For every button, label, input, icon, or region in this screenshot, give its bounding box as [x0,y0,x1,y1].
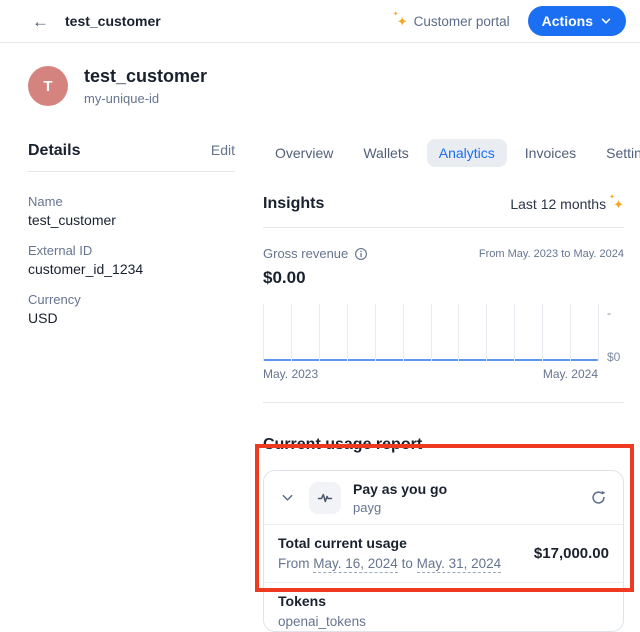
customer-unique-id: my-unique-id [84,91,207,106]
period-separator: to [398,556,417,571]
chart-x-axis: May. 2023 May. 2024 [263,367,598,381]
detail-field-currency: Currency USD [28,292,235,327]
usage-plan-header: Pay as you go payg [264,471,623,524]
chevron-down-icon [600,15,612,27]
x-tick-right: May. 2024 [543,367,598,381]
chart-gridline [375,304,376,361]
info-icon[interactable] [354,247,368,261]
insights-header: Insights Last 12 months ✦✦ [263,193,624,215]
tab-analytics[interactable]: Analytics [427,139,507,167]
field-label: Name [28,194,235,209]
x-tick-left: May. 2023 [263,367,318,381]
insights-heading: Insights [263,193,324,215]
chart-gridline [319,304,320,361]
field-label: Currency [28,292,235,307]
gross-revenue-chart: - $0 May. 2023 May. 2024 [263,304,624,381]
topbar-title: test_customer [65,13,161,29]
y-tick-max: - [607,306,611,320]
top-bar: ← test_customer ✦✦ Customer portal Actio… [0,0,640,43]
chevron-down-icon [280,490,295,505]
tab-invoices[interactable]: Invoices [513,139,588,167]
customer-detail-main: OverviewWalletsAnalyticsInvoicesSettings… [263,139,624,632]
chart-gridline [431,304,432,361]
actions-label: Actions [542,13,593,29]
customer-header: T test_customer my-unique-id [28,66,207,106]
details-header: Details Edit [28,140,235,162]
avatar-initial: T [43,78,52,95]
field-value: customer_id_1234 [28,261,235,278]
detail-field-external-id: External ID customer_id_1234 [28,243,235,278]
refresh-icon [590,489,607,506]
gross-revenue-label-group: Gross revenue [263,246,368,261]
chart-plot [263,304,598,361]
details-divider [28,171,235,172]
details-heading: Details [28,140,80,162]
edit-details-button[interactable]: Edit [211,142,235,158]
period-selector[interactable]: Last 12 months ✦✦ [510,196,624,212]
collapse-toggle-button[interactable] [278,488,297,507]
back-button[interactable]: ← [26,11,55,32]
chart-gridline [347,304,348,361]
customer-portal-label: Customer portal [414,14,510,29]
details-fields: Name test_customer External ID customer_id_… [28,194,235,327]
chart-area: - $0 [263,304,624,361]
total-usage-amount: $17,000.00 [534,545,609,562]
usage-item-name: Tokens [278,593,609,610]
period-to-date[interactable]: May. 31, 2024 [417,556,502,573]
tab-settings[interactable]: Settings [594,139,640,167]
tab-overview[interactable]: Overview [263,139,345,167]
actions-button[interactable]: Actions [528,6,626,36]
field-value: USD [28,310,235,327]
details-panel: Details Edit Name test_customer External I… [28,140,235,341]
chart-gridline [598,304,599,361]
usage-report-heading: Current usage report [263,434,624,456]
period-selector-label: Last 12 months [510,196,606,212]
refresh-button[interactable] [588,487,609,508]
detail-field-name: Name test_customer [28,194,235,229]
customer-name: test_customer [84,66,207,86]
gross-revenue-label: Gross revenue [263,246,348,261]
chart-divider [263,402,624,403]
period-prefix: From [278,556,313,571]
usage-report-card: Pay as you go payg Total current usage F… [263,470,624,632]
customer-identity: test_customer my-unique-id [84,66,207,106]
total-usage-label: Total current usage [278,535,501,552]
period-from-date[interactable]: May. 16, 2024 [313,556,398,573]
plan-title-group: Pay as you go payg [353,481,447,515]
gross-revenue-value: $0.00 [263,268,624,288]
chart-gridline [542,304,543,361]
total-usage-text: Total current usage From May. 16, 2024 t… [278,535,501,572]
gross-revenue-row: Gross revenue From May. 2023 to May. 202… [263,246,624,261]
chart-gridline [514,304,515,361]
chart-gridline [403,304,404,361]
tab-wallets[interactable]: Wallets [351,139,420,167]
field-value: test_customer [28,212,235,229]
sparkle-icon: ✦✦ [613,198,624,211]
usage-item-row: Tokens openai_tokens [264,582,623,632]
sparkle-icon: ✦✦ [397,15,408,28]
chart-gridline [486,304,487,361]
chart-gridline [291,304,292,361]
y-tick-min: $0 [607,350,620,364]
chart-gridline [458,304,459,361]
customer-portal-link[interactable]: ✦✦ Customer portal [397,14,510,29]
field-label: External ID [28,243,235,258]
total-usage-row: Total current usage From May. 16, 2024 t… [264,524,623,582]
plan-icon-box [309,482,341,514]
pulse-icon [317,490,333,506]
chart-gridline [263,304,264,361]
arrow-left-icon: ← [32,12,49,31]
plan-code: payg [353,500,447,515]
chart-gridline [570,304,571,361]
plan-name: Pay as you go [353,481,447,497]
chart-date-range: From May. 2023 to May. 2024 [479,248,624,260]
tabs: OverviewWalletsAnalyticsInvoicesSettings [263,139,624,167]
avatar: T [28,66,68,106]
chart-y-axis: - $0 [598,304,624,361]
usage-item-code: openai_tokens [278,614,609,630]
insights-divider [263,227,624,228]
total-usage-period: From May. 16, 2024 to May. 31, 2024 [278,556,501,572]
